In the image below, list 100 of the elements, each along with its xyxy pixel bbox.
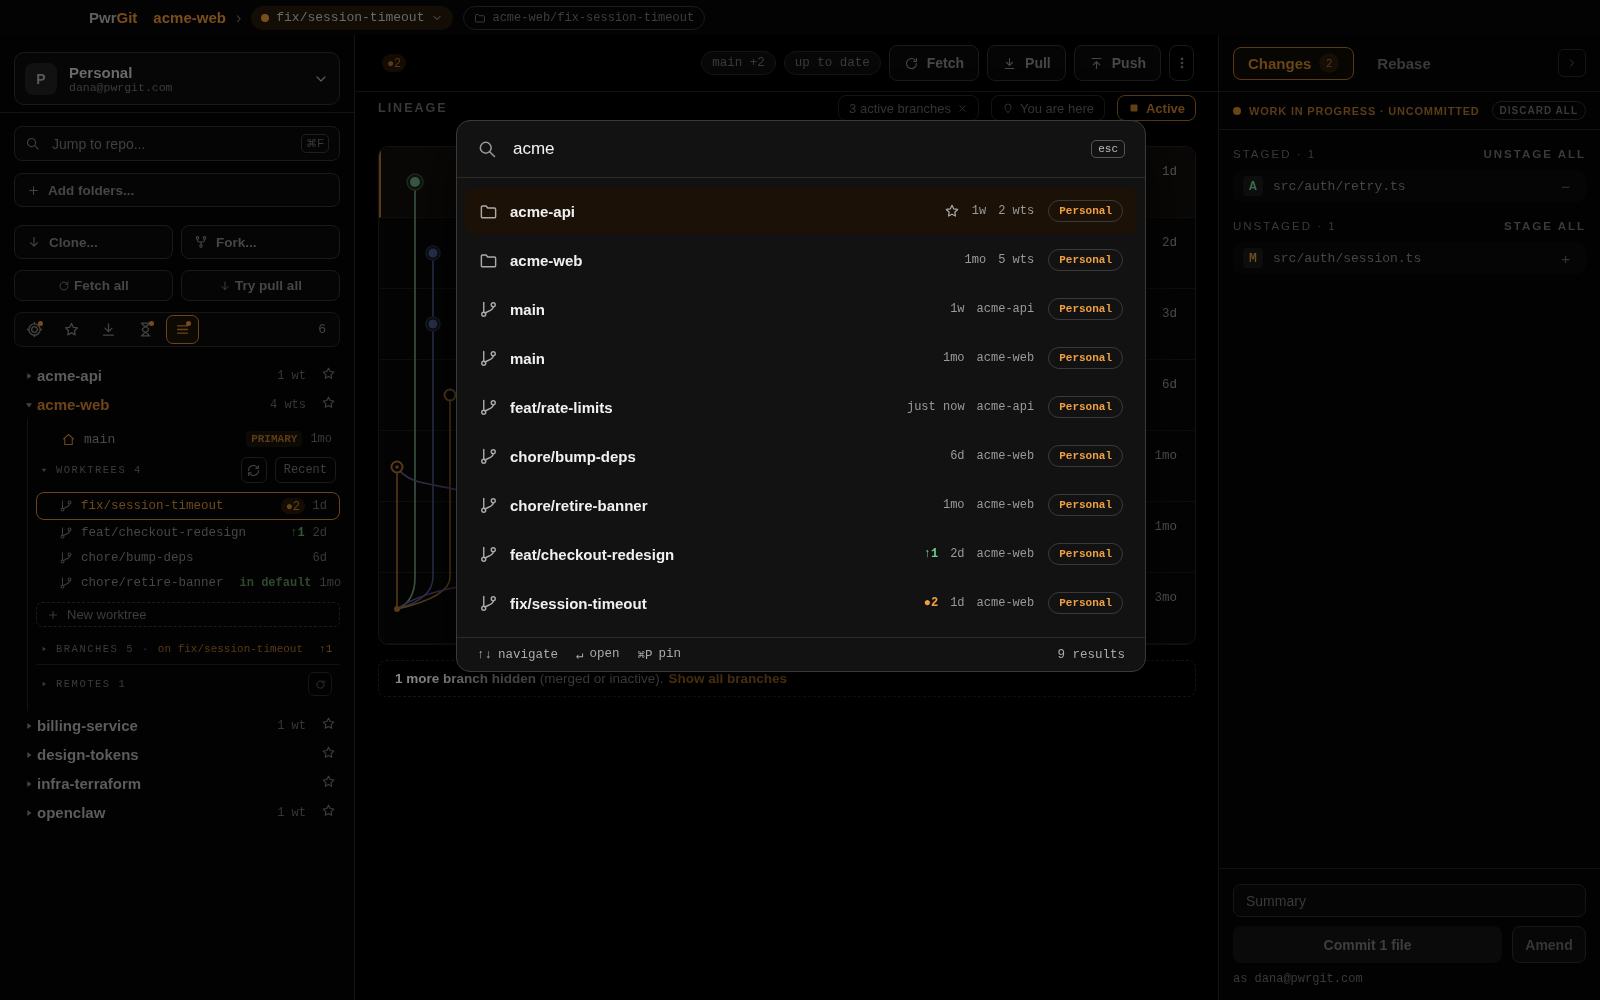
worktree-name: chore/bump-deps [81, 550, 194, 565]
age-label: 6d [950, 449, 965, 463]
star-icon[interactable] [321, 774, 336, 789]
result-item[interactable]: fix/session-timeout ●2 1d acme-web Personal [465, 580, 1137, 626]
group-action-button[interactable]: STAGE ALL [1504, 220, 1586, 232]
star-icon[interactable] [321, 395, 336, 410]
repo-name[interactable]: infra-terraform [37, 775, 142, 792]
group-action-button[interactable]: UNSTAGE ALL [1483, 148, 1586, 160]
breadcrumb-separator: › [235, 8, 242, 27]
result-detail: 2 wts [998, 204, 1035, 218]
caret-icon[interactable] [40, 680, 48, 688]
sync-button[interactable] [240, 457, 267, 483]
repo-name[interactable]: acme-api [37, 367, 103, 384]
search-field[interactable]: Jump to repo... [50, 134, 292, 153]
result-item[interactable]: feat/rate-limits just now acme-api Personal [465, 384, 1137, 430]
count-badge: 2 [1319, 53, 1340, 73]
result-item[interactable]: acme-web 1mo 5 wts Personal [465, 237, 1137, 283]
commit-node [390, 460, 404, 474]
worktree-item[interactable]: feat/checkout-redesign ↑1 2d [36, 520, 340, 545]
repo-name[interactable]: billing-service [37, 717, 138, 734]
fork-button[interactable]: Fork... [181, 225, 340, 259]
result-item[interactable]: acme-api 1w 2 wts Personal [465, 188, 1137, 234]
worktree-item[interactable]: chore/bump-deps 6d [36, 545, 340, 570]
pull-button[interactable]: Pull [987, 45, 1066, 81]
panel-tab[interactable]: Changes 2 [1233, 46, 1355, 80]
commit-node [425, 245, 441, 261]
collapse-button[interactable] [1558, 49, 1586, 77]
account-name: Personal [69, 63, 134, 81]
plus-icon [47, 608, 59, 621]
more-button[interactable] [1169, 45, 1194, 81]
panel-tab[interactable]: Rebase [1362, 46, 1446, 80]
refresh-button[interactable] [308, 672, 332, 696]
age-label: 6d [1162, 378, 1177, 394]
branch-icon [59, 499, 73, 513]
changes-badge: ●2 [382, 54, 406, 72]
result-name: feat/rate-limits [510, 398, 613, 416]
ahead-count: ↑1 [923, 547, 939, 561]
add-folders-button[interactable]: Add folders... [14, 173, 340, 207]
result-detail: acme-api [976, 302, 1035, 316]
sort-button[interactable]: Recent [274, 457, 336, 483]
worktree-item[interactable]: chore/retire-banner in default 1mo [36, 570, 340, 595]
result-item[interactable]: main 1w acme-api Personal [465, 286, 1137, 332]
age-label: 1mo [319, 575, 342, 590]
caret-icon[interactable] [40, 644, 48, 653]
plus-icon [27, 183, 40, 197]
result-item[interactable]: feat/checkout-redesign ↑1 2d acme-web Personal [465, 531, 1137, 577]
new-worktree-button[interactable]: New worktree [36, 602, 340, 627]
age-label: 2d [950, 547, 965, 561]
refresh-icon [58, 279, 71, 292]
star-icon[interactable] [321, 745, 336, 760]
refresh-icon [903, 55, 919, 71]
status-dot [1233, 106, 1241, 115]
file-path: src/auth/retry.ts [1273, 178, 1406, 194]
file-action-button[interactable]: − [1561, 177, 1576, 195]
clone-button[interactable]: Clone... [14, 225, 173, 259]
caret-icon[interactable] [24, 749, 34, 760]
commit-node [443, 388, 457, 402]
result-detail: acme-api [976, 400, 1035, 414]
worktree-item[interactable]: fix/session-timeout ●2 1d [36, 492, 340, 520]
repo-name[interactable]: openclaw [37, 804, 106, 821]
caret-icon[interactable] [24, 720, 34, 731]
branch-icon [59, 550, 73, 565]
branch-name[interactable]: main [84, 431, 116, 447]
star-icon[interactable] [321, 716, 336, 731]
star-icon[interactable] [943, 203, 960, 219]
fetch-all-button[interactable]: Fetch all [14, 270, 173, 301]
file-action-button[interactable]: + [1561, 249, 1576, 267]
show-all-branches-link[interactable]: Show all branches [668, 671, 788, 686]
fetch-button[interactable]: Fetch [888, 45, 980, 81]
search-icon [477, 139, 497, 159]
commit-node [425, 316, 441, 332]
caret-icon[interactable] [40, 466, 48, 474]
repo-name[interactable]: design-tokens [37, 746, 139, 763]
commit-node [394, 606, 400, 612]
star-icon[interactable] [321, 366, 336, 381]
result-item[interactable]: chore/bump-deps 6d acme-web Personal [465, 433, 1137, 479]
branch-icon [479, 495, 498, 515]
star-icon[interactable] [321, 803, 336, 818]
caret-icon[interactable] [24, 778, 34, 789]
arrow-down-icon [219, 279, 232, 292]
result-item[interactable]: main 1mo acme-web Personal [465, 335, 1137, 381]
branch-icon [479, 544, 498, 564]
upload-icon [1088, 55, 1104, 71]
commit-node [406, 173, 424, 191]
age-label: 6d [312, 550, 327, 565]
branch-selector[interactable]: fix/session-timeout [251, 5, 454, 30]
push-button[interactable]: Push [1073, 45, 1161, 81]
repo-name[interactable]: acme-web [37, 396, 110, 413]
try-pull-all-button[interactable]: Try pull all [181, 270, 340, 301]
caret-icon[interactable] [24, 807, 34, 818]
search-field[interactable]: acme [511, 138, 1078, 160]
pin-icon [1002, 102, 1014, 114]
hint-label: pin [658, 646, 682, 663]
age-label: 1d [950, 596, 965, 610]
age-label: 1mo [964, 253, 987, 267]
result-detail: acme-web [976, 351, 1035, 365]
caret-icon[interactable] [24, 370, 34, 381]
filter-button[interactable] [166, 315, 199, 344]
age-label: 1mo [310, 432, 332, 446]
result-item[interactable]: chore/retire-banner 1mo acme-web Personal [465, 482, 1137, 528]
